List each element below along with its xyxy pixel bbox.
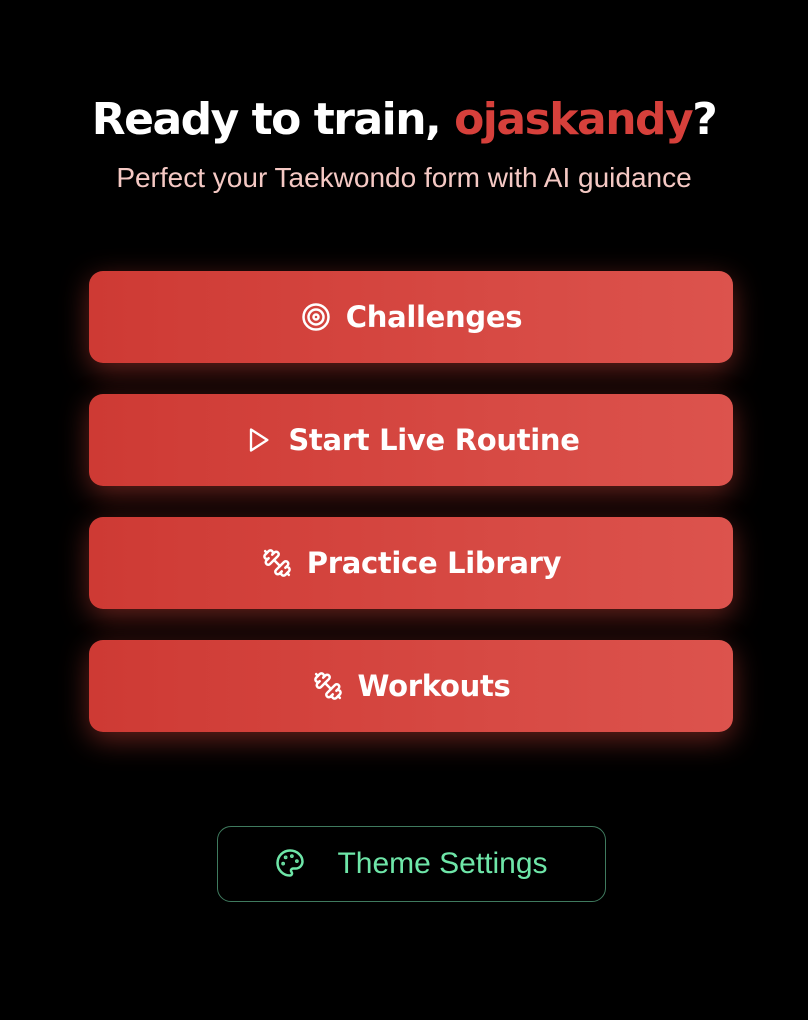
page-title: Ready to train, ojaskandy? [0,92,808,148]
title-suffix: ? [692,94,718,145]
start-live-routine-button[interactable]: Start Live Routine [89,394,733,486]
header: Ready to train, ojaskandy? Perfect your … [0,92,808,198]
workouts-label: Workouts [357,669,511,703]
practice-library-button[interactable]: Practice Library [89,517,733,609]
palette-icon [275,848,307,880]
challenges-button[interactable]: Challenges [89,271,733,363]
play-icon [242,424,274,456]
theme-settings-button[interactable]: Theme Settings [217,826,606,902]
username: ojaskandy [454,94,694,145]
challenges-label: Challenges [345,300,523,334]
start-live-routine-label: Start Live Routine [288,423,580,457]
target-icon [300,301,332,333]
practice-library-label: Practice Library [306,546,562,580]
workouts-button[interactable]: Workouts [89,640,733,732]
dumbbell-icon [261,547,293,579]
title-prefix: Ready to train, [91,94,455,145]
dumbbell-icon [312,670,344,702]
action-list: Challenges Start Live Routine Practice L… [89,271,733,763]
page-subtitle: Perfect your Taekwondo form with AI guid… [116,162,692,193]
theme-settings-label: Theme Settings [337,847,548,880]
